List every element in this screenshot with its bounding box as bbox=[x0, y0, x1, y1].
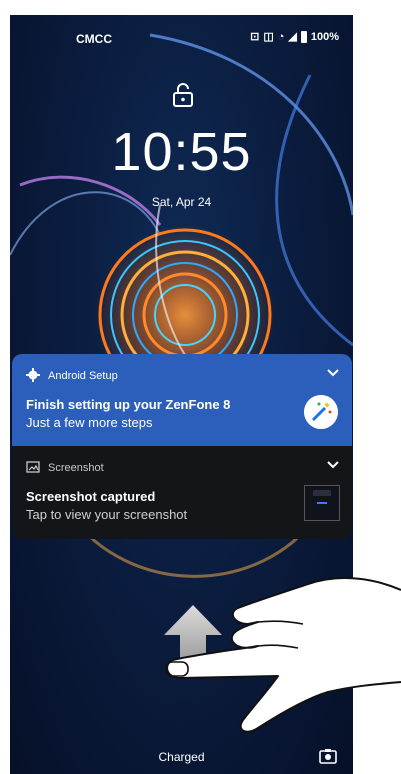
carrier-label: CMCC bbox=[76, 32, 112, 46]
status-icons: ⊡ ◫ ◔ ◢ 100% bbox=[250, 30, 339, 43]
notification-android-setup[interactable]: Android Setup Finish setting up your Zen… bbox=[12, 354, 352, 446]
lock-open-icon[interactable] bbox=[172, 82, 194, 108]
battery-percent: 100% bbox=[310, 30, 339, 43]
status-bar: CMCC ⊡ ◫ ◔ ◢ 100% bbox=[10, 15, 353, 59]
clock: 10:55 bbox=[111, 122, 252, 182]
notification-title: Finish setting up your ZenFone 8 bbox=[26, 397, 231, 412]
charging-status: Charged bbox=[158, 750, 205, 764]
data-saver-icon: ⊡ bbox=[250, 31, 260, 43]
wifi-icon: ◔ bbox=[277, 30, 285, 43]
signal-icon: ◢ bbox=[288, 31, 297, 43]
notification-app-name: Screenshot bbox=[48, 462, 104, 474]
date: Sat, Apr 24 bbox=[151, 195, 212, 209]
gear-icon bbox=[26, 368, 40, 382]
screenshot-thumbnail[interactable] bbox=[304, 485, 340, 521]
chevron-down-icon[interactable] bbox=[326, 368, 340, 378]
notification-text: Tap to view your screenshot bbox=[26, 507, 188, 522]
chevron-down-icon[interactable] bbox=[326, 460, 340, 470]
magic-wand-icon bbox=[304, 395, 338, 429]
image-icon bbox=[26, 461, 40, 473]
vibrate-icon: ◫ bbox=[263, 31, 274, 43]
camera-icon[interactable] bbox=[319, 748, 337, 764]
notification-screenshot[interactable]: Screenshot Screenshot captured Tap to vi… bbox=[12, 446, 352, 539]
notification-title: Screenshot captured bbox=[26, 489, 156, 504]
battery-icon bbox=[300, 30, 307, 43]
notification-app-name: Android Setup bbox=[48, 370, 118, 382]
notification-text: Just a few more steps bbox=[26, 415, 153, 430]
hand-gesture-icon bbox=[165, 577, 401, 733]
